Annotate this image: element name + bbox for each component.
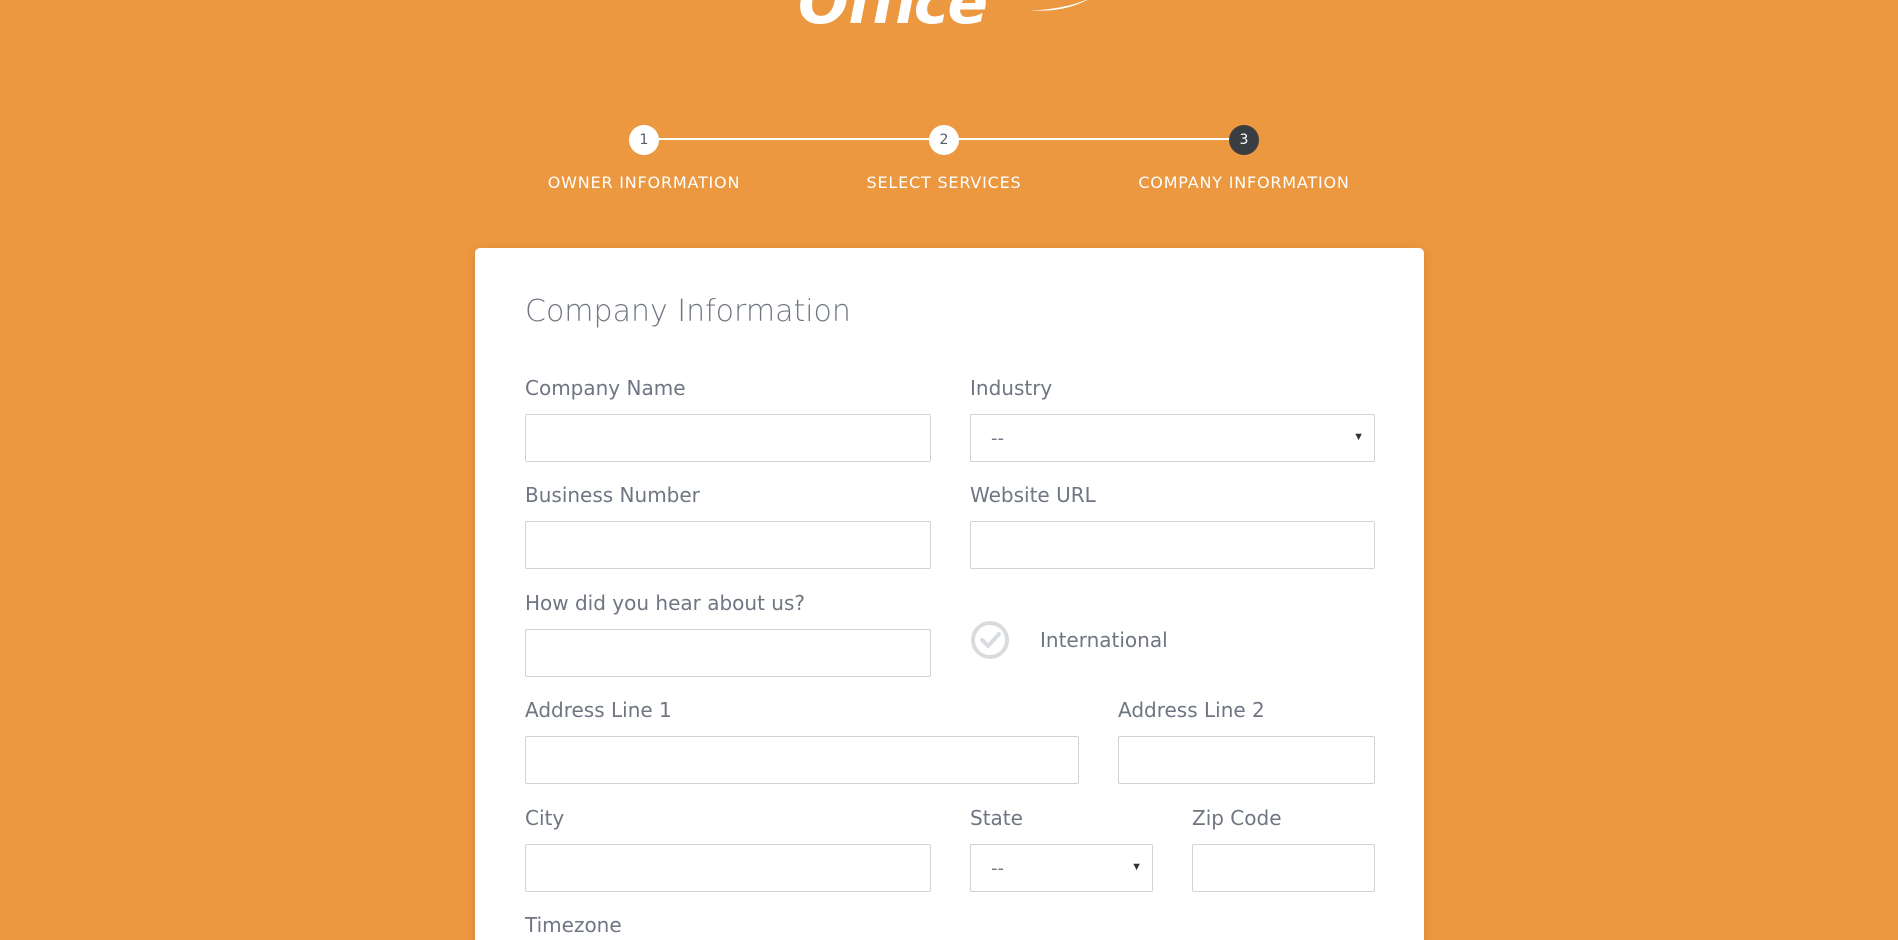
address-line-1-input[interactable] bbox=[525, 736, 1079, 784]
international-label: International bbox=[1040, 628, 1168, 652]
company-name-input[interactable] bbox=[525, 414, 931, 462]
address-line-1-label: Address Line 1 bbox=[525, 698, 672, 722]
timezone-label: Timezone bbox=[525, 913, 622, 937]
referral-label: How did you hear about us? bbox=[525, 591, 805, 615]
address-line-2-label: Address Line 2 bbox=[1118, 698, 1265, 722]
step-2-label[interactable]: SELECT SERVICES bbox=[867, 173, 1022, 192]
step-2-circle[interactable]: 2 bbox=[929, 125, 959, 155]
step-3-label[interactable]: COMPANY INFORMATION bbox=[1138, 173, 1349, 192]
referral-input[interactable] bbox=[525, 629, 931, 677]
step-3-circle[interactable]: 3 bbox=[1229, 125, 1259, 155]
state-selected-value: -- bbox=[991, 858, 1004, 879]
chevron-down-icon: ▼ bbox=[1131, 861, 1142, 873]
state-select[interactable]: -- ▼ bbox=[970, 844, 1153, 892]
business-number-input[interactable] bbox=[525, 521, 931, 569]
step-connector bbox=[944, 138, 1244, 140]
chevron-down-icon: ▼ bbox=[1353, 431, 1364, 443]
industry-selected-value: -- bbox=[991, 428, 1004, 449]
industry-label: Industry bbox=[970, 376, 1053, 400]
step-1-circle[interactable]: 1 bbox=[629, 125, 659, 155]
address-line-2-input[interactable] bbox=[1118, 736, 1375, 784]
zip-code-label: Zip Code bbox=[1192, 806, 1282, 830]
company-info-card: Company Information Company Name Industr… bbox=[475, 248, 1424, 940]
city-label: City bbox=[525, 806, 565, 830]
step-1-label[interactable]: OWNER INFORMATION bbox=[548, 173, 740, 192]
international-checkbox[interactable]: International bbox=[970, 620, 1168, 660]
signup-page: Office 1 2 3 OWNER INFORMATION SELECT SE… bbox=[0, 0, 1898, 940]
company-name-label: Company Name bbox=[525, 376, 686, 400]
form-title: Company Information bbox=[525, 294, 851, 329]
progress-stepper: 1 2 3 OWNER INFORMATION SELECT SERVICES … bbox=[0, 0, 1898, 210]
business-number-label: Business Number bbox=[525, 483, 700, 507]
website-url-input[interactable] bbox=[970, 521, 1375, 569]
checkmark-circle-icon[interactable] bbox=[970, 620, 1010, 660]
city-input[interactable] bbox=[525, 844, 931, 892]
website-url-label: Website URL bbox=[970, 483, 1096, 507]
zip-code-input[interactable] bbox=[1192, 844, 1375, 892]
step-connector bbox=[644, 138, 944, 140]
industry-select[interactable]: -- ▼ bbox=[970, 414, 1375, 462]
state-label: State bbox=[970, 806, 1023, 830]
